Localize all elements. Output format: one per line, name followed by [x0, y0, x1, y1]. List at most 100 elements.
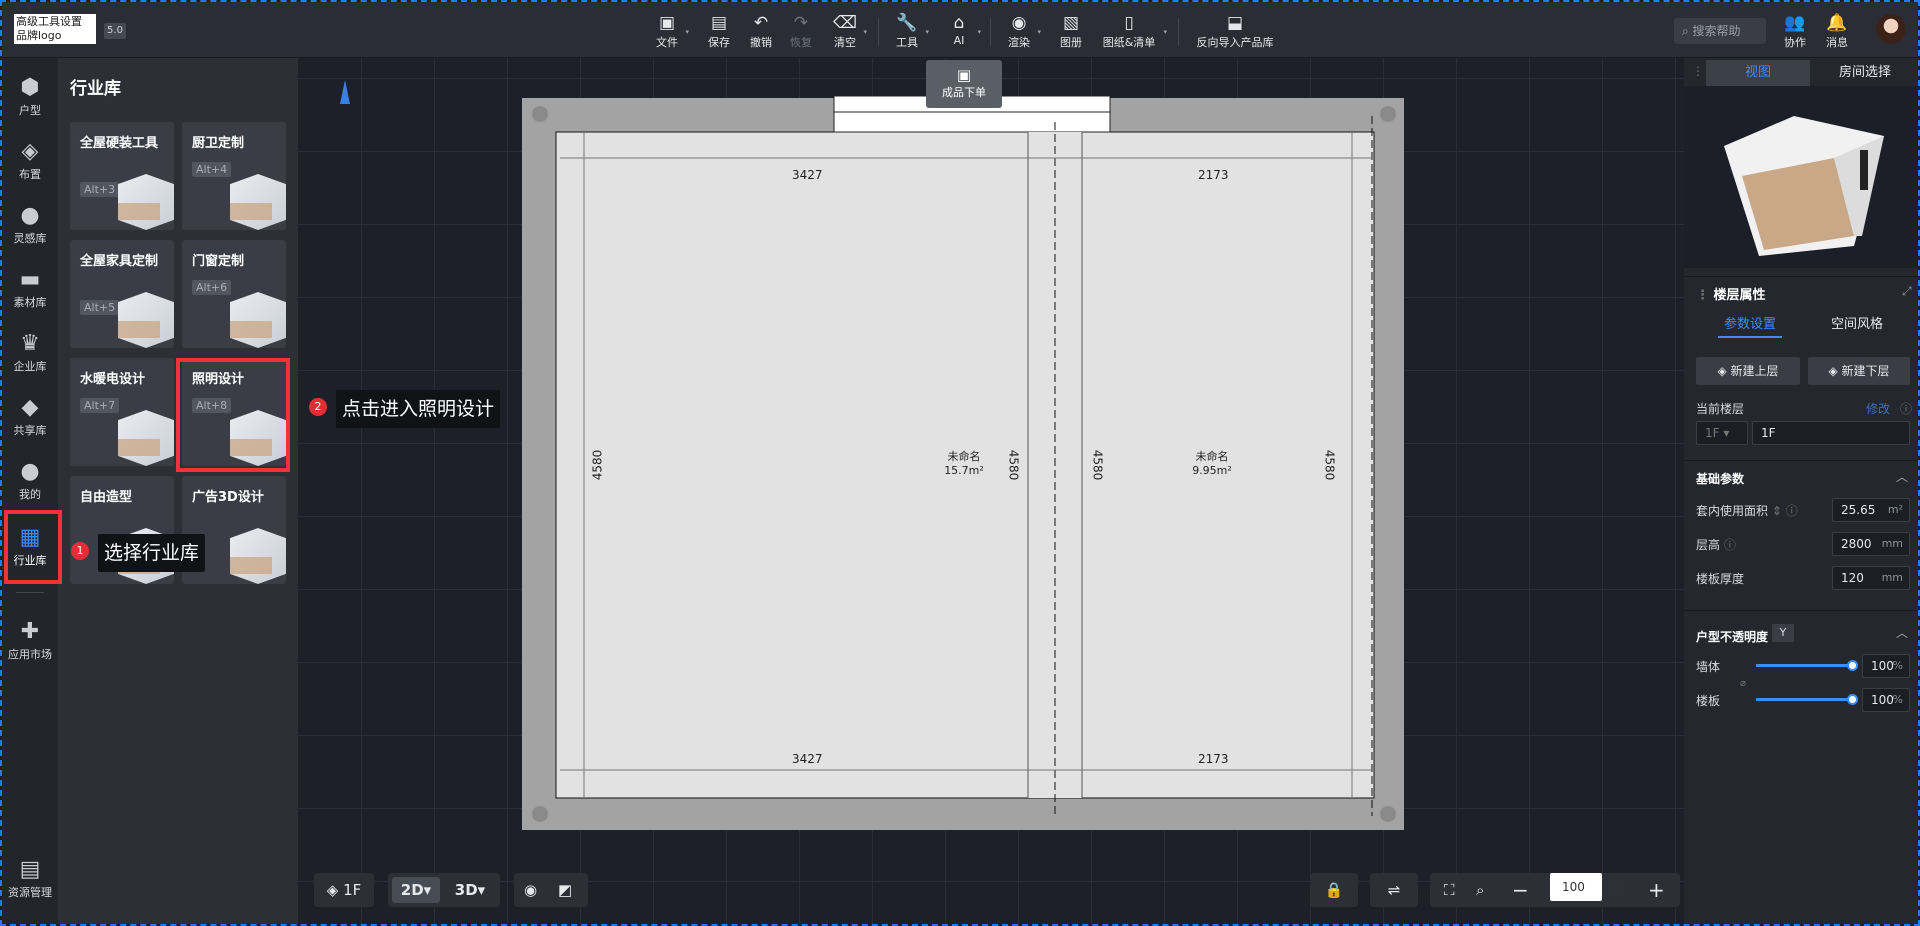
sort-icon: ⇕ — [1771, 504, 1782, 518]
render-button[interactable]: ◉ 渲染 ▾ — [1006, 12, 1041, 52]
cube-icon[interactable]: ◩ — [558, 873, 572, 907]
nav-item-layout[interactable]: ◈ 布置 — [2, 132, 58, 188]
redo-button[interactable]: ↷ 恢复 — [788, 12, 814, 52]
mode-3d-button[interactable]: 3D▾ — [448, 877, 492, 903]
card-kitchen-bath[interactable]: 厨卫定制 Alt+4 — [182, 122, 286, 230]
fit-view-icon[interactable]: ⛶ — [1444, 873, 1455, 907]
eye-icon[interactable]: ◉ — [524, 873, 537, 907]
save-button[interactable]: ▤ 保存 — [706, 12, 732, 52]
room2-dim-left: 4580 — [1090, 449, 1105, 481]
nav-item-industry[interactable]: ▦ 行业库 — [2, 518, 58, 574]
expand-icon[interactable]: ⤢ — [1902, 284, 1912, 299]
card-title: 全屋硬装工具 — [80, 136, 159, 151]
nav-item-floorplan[interactable]: ⬢ 户型 — [2, 68, 58, 124]
nav-item-enterprise[interactable]: ♛ 企业库 — [2, 324, 58, 380]
room2-label[interactable]: 未命名 9.95m² — [1188, 450, 1236, 478]
room2-dim-top: 2173 — [1198, 168, 1229, 182]
undo-button[interactable]: ↶ 撤销 — [746, 12, 776, 52]
tab-room-select[interactable]: 房间选择 — [1812, 60, 1918, 86]
drawing-list-button[interactable]: ▯ 图纸&清单 ▾ — [1100, 12, 1167, 52]
card-plumbing-electric[interactable]: 水暖电设计 Alt+7 — [70, 358, 174, 466]
floor-opacity-input[interactable]: 100% — [1862, 688, 1910, 712]
top-toolbar: 高级工具设置 品牌logo 5.0 ▣ 文件 ▾ ▤ 保存 ↶ 撤销 ↷ 恢复 ⌫ 清空 ▾ … — [2, 2, 1918, 58]
collapse-icon[interactable]: ︿ — [1896, 624, 1908, 641]
brand-logo[interactable]: 高级工具设置 品牌logo — [14, 14, 96, 44]
slab-thickness-input[interactable]: 120 mm — [1832, 566, 1910, 590]
height-input[interactable]: 2800 mm — [1832, 532, 1910, 556]
floor-switch-button[interactable]: ◈ 1F — [314, 873, 374, 907]
collapse-icon[interactable]: ︿ — [1896, 468, 1908, 485]
chevron-down-icon: ▾ — [863, 28, 867, 36]
floor-opacity-slider[interactable] — [1756, 698, 1852, 701]
new-lower-floor-button[interactable]: ◈ 新建下层 — [1808, 357, 1910, 385]
search-input[interactable]: ⌕ 搜索帮助 — [1674, 18, 1766, 44]
card-title: 水暖电设计 — [80, 372, 146, 387]
nav-label: 资源管理 — [8, 886, 52, 899]
area-input[interactable]: 25.65 m² — [1832, 498, 1910, 522]
puzzle-icon: ✚ — [20, 619, 40, 644]
room-area: 15.7m² — [944, 464, 984, 477]
floor-name-input[interactable]: 1F — [1752, 421, 1910, 445]
add-floor-icon: ◈ — [1717, 364, 1731, 378]
card-shortcut: Alt+7 — [80, 398, 120, 413]
zoom-area-icon[interactable]: ⌕ — [1476, 873, 1484, 907]
tools-button[interactable]: 🔧 工具 ▾ — [894, 12, 929, 52]
tab-space-style[interactable]: 空间风格 — [1822, 312, 1892, 338]
3d-room-preview — [1724, 116, 1884, 256]
nav-item-inspiration[interactable]: ● 灵感库 — [2, 196, 58, 252]
tab-params[interactable]: 参数设置 — [1718, 312, 1782, 338]
nav-item-app-market[interactable]: ✚ 应用市场 — [2, 612, 58, 668]
zoom-in-icon[interactable]: + — [1648, 873, 1665, 907]
floor-prefix-select[interactable]: 1F ▾ — [1696, 421, 1748, 445]
area-unit: m² — [1887, 503, 1903, 516]
floor-opacity-handle[interactable] — [1847, 694, 1858, 705]
new-upper-floor-button[interactable]: ◈ 新建上层 — [1696, 357, 1800, 385]
slab-value: 120 — [1841, 571, 1864, 585]
nav-label: 应用市场 — [8, 648, 52, 661]
floor-opacity-label: 楼板 — [1696, 694, 1721, 708]
wall-opacity-input[interactable]: 100% — [1862, 654, 1910, 678]
room1-dim-left: 4580 — [590, 449, 605, 481]
card-door-window[interactable]: 门窗定制 Alt+6 — [182, 240, 286, 348]
nav-item-materials[interactable]: ▬ 素材库 — [2, 260, 58, 316]
nav-item-shared[interactable]: ◆ 共享库 — [2, 388, 58, 444]
album-button[interactable]: ▧ 图册 — [1058, 12, 1084, 52]
drag-handle-icon: ⋮ — [1696, 288, 1714, 303]
card-lighting-design[interactable]: 照明设计 Alt+8 — [182, 358, 286, 466]
link-icon[interactable]: ⌀ — [1740, 678, 1746, 689]
room1-label[interactable]: 未命名 15.7m² — [942, 450, 986, 478]
messages-button[interactable]: 🔔 消息 — [1824, 12, 1850, 52]
toggle-settings-button[interactable]: ⇌ — [1370, 873, 1418, 907]
search-placeholder: 搜索帮助 — [1692, 24, 1741, 38]
zoom-input[interactable]: 100% — [1550, 873, 1620, 901]
edit-floor-link[interactable]: 修改 — [1866, 400, 1890, 417]
ai-label: AI — [953, 34, 965, 47]
order-product-button[interactable]: ▣ 成品下单 — [926, 60, 1002, 108]
zoom-out-icon[interactable]: − — [1512, 873, 1529, 907]
card-whole-house-hard[interactable]: 全屋硬装工具 Alt+3 — [70, 122, 174, 230]
reverse-import-button[interactable]: ⬓ 反向导入产品库 — [1192, 12, 1278, 52]
collab-button[interactable]: 👥 协作 — [1782, 12, 1808, 52]
wall-opacity-slider[interactable] — [1756, 664, 1852, 667]
lock-button[interactable]: 🔒 — [1310, 873, 1358, 907]
nav-item-resources[interactable]: ▤ 资源管理 — [2, 850, 58, 906]
tab-view[interactable]: 视图 — [1706, 60, 1810, 86]
3d-preview[interactable] — [1684, 86, 1918, 268]
slab-unit: mm — [1881, 571, 1903, 584]
file-button[interactable]: ▣ 文件 ▾ — [654, 12, 689, 52]
nav-item-mine[interactable]: ● 我的 — [2, 452, 58, 508]
wall-opacity-handle[interactable] — [1847, 660, 1858, 671]
card-furniture-custom[interactable]: 全屋家具定制 Alt+5 — [70, 240, 174, 348]
slab-thickness-label: 楼板厚度 — [1696, 572, 1745, 586]
card-thumbnail — [230, 292, 286, 348]
clear-button[interactable]: ⌫ 清空 ▾ — [832, 12, 867, 52]
opacity-toggle[interactable]: Y — [1772, 624, 1794, 642]
industry-library-panel: 行业库 全屋硬装工具 Alt+3 厨卫定制 Alt+4 全屋家具定制 Alt+5 门窗… — [58, 58, 298, 924]
param-label: 套内使用面积 ⇕ ⓘ — [1696, 502, 1798, 519]
ai-button[interactable]: ⌂ AI ▾ — [946, 12, 981, 52]
chevron-down-icon: ▾ — [925, 28, 929, 36]
crown-icon: ♛ — [20, 331, 40, 356]
mode-2d-button[interactable]: 2D▾ — [392, 877, 440, 903]
avatar[interactable] — [1876, 14, 1906, 44]
drag-handle-icon[interactable]: ⋮ — [1692, 64, 1704, 78]
